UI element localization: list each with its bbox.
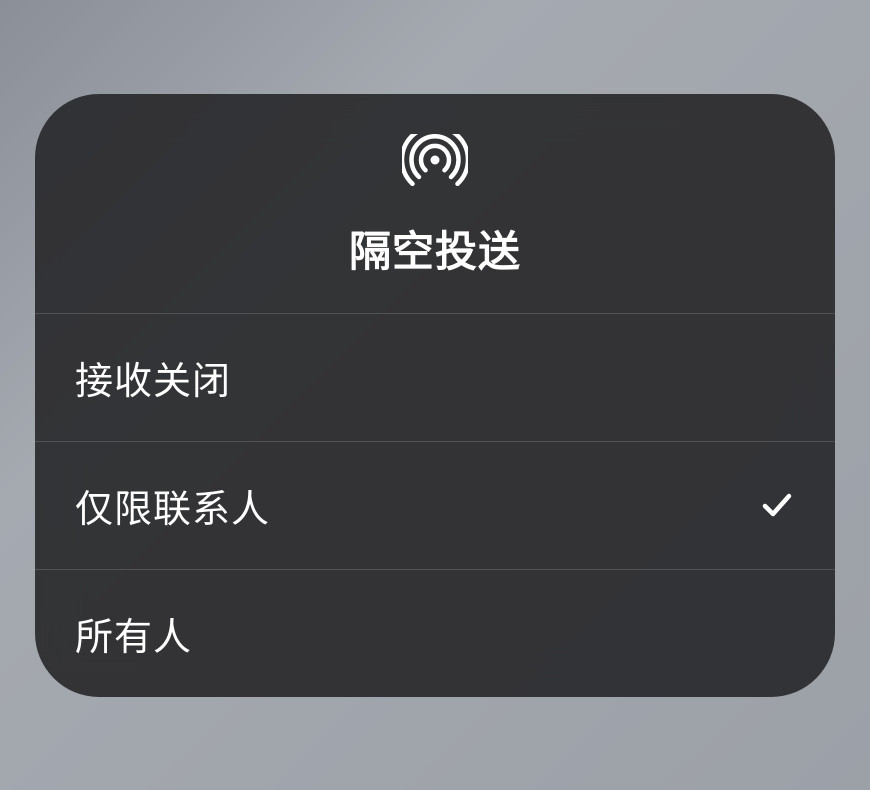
check-icon — [759, 487, 795, 523]
panel-title: 隔空投送 — [349, 218, 521, 279]
panel-header: 隔空投送 — [35, 94, 835, 313]
option-contacts-only[interactable]: 仅限联系人 — [35, 441, 835, 569]
airdrop-icon — [402, 134, 468, 194]
option-label: 所有人 — [75, 606, 192, 661]
option-label: 仅限联系人 — [75, 478, 270, 533]
option-label: 接收关闭 — [75, 350, 231, 405]
options-list: 接收关闭 仅限联系人 所有人 — [35, 313, 835, 697]
option-receiving-off[interactable]: 接收关闭 — [35, 313, 835, 441]
option-everyone[interactable]: 所有人 — [35, 569, 835, 697]
airdrop-settings-panel: 隔空投送 接收关闭 仅限联系人 所有人 — [35, 94, 835, 697]
